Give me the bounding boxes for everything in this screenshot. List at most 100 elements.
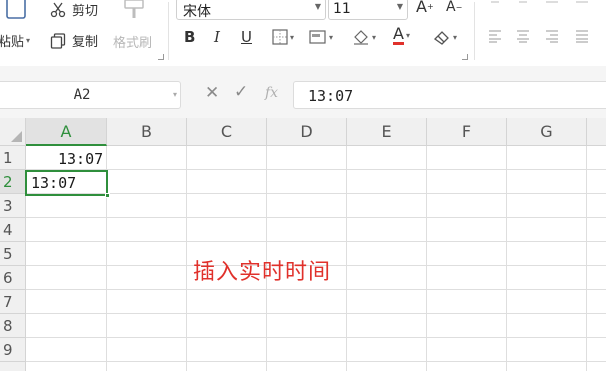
fx-icon[interactable]: fx [265,85,278,101]
font-group-launcher[interactable] [462,54,468,60]
copy-label: 复制 [72,35,99,50]
font-name-value: 宋体 [183,4,211,20]
column-header-e[interactable]: E [347,118,427,146]
grid-line [426,146,427,371]
copy-button[interactable]: 复制 [50,31,98,50]
chevron-down-icon: ▾ [405,31,410,40]
borders-button[interactable]: ▾ [272,29,294,45]
cell-style-button[interactable]: ▾ [309,29,333,45]
decrease-font-button[interactable]: A − [446,0,462,15]
row-header-5[interactable]: 5 [0,242,26,266]
confirm-icon[interactable]: ✓ [234,82,248,102]
align-bottom-icon[interactable] [545,0,559,6]
column-header-g[interactable]: G [507,118,587,146]
row-header-8[interactable]: 8 [0,314,26,338]
row-header-7[interactable]: 7 [0,290,26,314]
name-box[interactable]: A2 ▾ [0,81,181,109]
paint-bucket-icon [354,30,368,45]
underline-icon: U [241,28,252,46]
grid-line [26,313,606,314]
format-painter-label: 格式刷 [113,36,153,51]
active-cell-selection[interactable] [25,170,110,198]
align-left-icon[interactable] [488,29,502,43]
cancel-icon[interactable]: ✕ [205,83,219,103]
grid-line [26,241,606,242]
scissors-icon [50,2,66,17]
decrease-font-icon: A [446,0,456,15]
align-center-icon[interactable] [516,29,530,43]
grid-line [586,146,587,371]
chevron-down-icon: ▾ [329,32,334,42]
font-size-select[interactable]: 11 ▼ [328,0,408,20]
grid-line [26,193,606,194]
copy-icon [50,32,66,49]
chevron-down-icon: ▾ [26,36,31,45]
grid-line [26,361,606,362]
increase-font-button[interactable]: A + [416,0,434,16]
font-size-value: 11 [333,1,351,17]
font-name-select[interactable]: 宋体 ▼ [176,0,326,20]
grid-line [506,146,507,371]
row-header-1[interactable]: 1 [0,146,26,170]
chevron-down-icon: ▼ [314,2,321,11]
column-header-b[interactable]: B [107,118,187,146]
group-divider [474,2,475,60]
grid-line [186,146,187,371]
brush-icon[interactable] [122,0,146,20]
chevron-down-icon: ▾ [372,32,377,42]
row-header-2[interactable]: 2 [0,170,26,194]
paste-button[interactable]: 粘贴 ▾ [0,31,30,50]
row-header-6[interactable]: 6 [0,266,26,290]
row-header-4[interactable]: 4 [0,218,26,242]
bold-icon: B [184,28,196,46]
chevron-down-icon: ▾ [453,32,458,42]
row-header-3[interactable]: 3 [0,194,26,218]
align-top-icon[interactable] [488,0,502,6]
eraser-icon [433,31,449,45]
cell-style-icon [309,30,326,44]
fill-color-button[interactable]: ▾ [352,29,376,45]
row-header-9[interactable]: 9 [0,338,26,362]
column-header-f[interactable]: F [427,118,507,146]
paste-icon[interactable] [4,0,28,20]
column-header-d[interactable]: D [267,118,347,146]
row-header-10[interactable] [0,362,26,371]
ribbon-toolbar: 粘贴 ▾ 剪切 复制 格式刷 宋体 ▼ 11 ▼ A + A − B I U ▾… [0,0,606,66]
group-divider [168,2,169,60]
select-all-button[interactable] [0,118,26,146]
grid-line [26,169,606,170]
chevron-down-icon: ▾ [172,90,177,99]
spreadsheet-grid: A B C D E F G 1 2 3 4 5 6 7 8 9 13:07 13… [0,118,606,371]
italic-button[interactable]: I [214,28,220,46]
formula-input-value: 13:07 [308,87,354,105]
grid-line [26,217,606,218]
italic-icon: I [214,28,220,46]
column-header-h[interactable] [587,118,606,146]
cut-button[interactable]: 剪切 [50,0,98,19]
clipboard-group-launcher[interactable] [158,54,164,60]
column-header-a[interactable]: A [26,118,107,146]
font-color-button[interactable]: A ▾ [393,26,410,45]
fill-handle[interactable] [105,193,110,198]
format-painter-button[interactable]: 格式刷 [113,32,152,51]
formula-input[interactable]: 13:07 [293,81,606,109]
borders-icon [272,29,288,45]
align-middle-icon[interactable] [516,0,530,6]
cell-a1[interactable]: 13:07 [58,150,103,168]
column-header-c[interactable]: C [187,118,267,146]
formula-bar-area: A2 ▾ ✕ ✓ fx 13:07 [0,66,606,118]
paste-label: 粘贴 [0,35,25,50]
underline-button[interactable]: U [241,28,252,46]
annotation-text: 插入实时时间 [193,260,332,285]
cut-label: 剪切 [72,4,99,19]
align-right-icon[interactable] [545,29,559,43]
font-color-icon: A [393,24,404,45]
wrap-icon[interactable] [575,0,589,6]
clear-format-button[interactable]: ▾ [433,29,457,45]
grid-line [26,289,606,290]
grid-line [26,337,606,338]
justify-icon[interactable] [575,29,589,43]
bold-button[interactable]: B [184,28,195,46]
chevron-down-icon: ▾ [290,32,295,42]
chevron-down-icon: ▼ [396,2,403,11]
